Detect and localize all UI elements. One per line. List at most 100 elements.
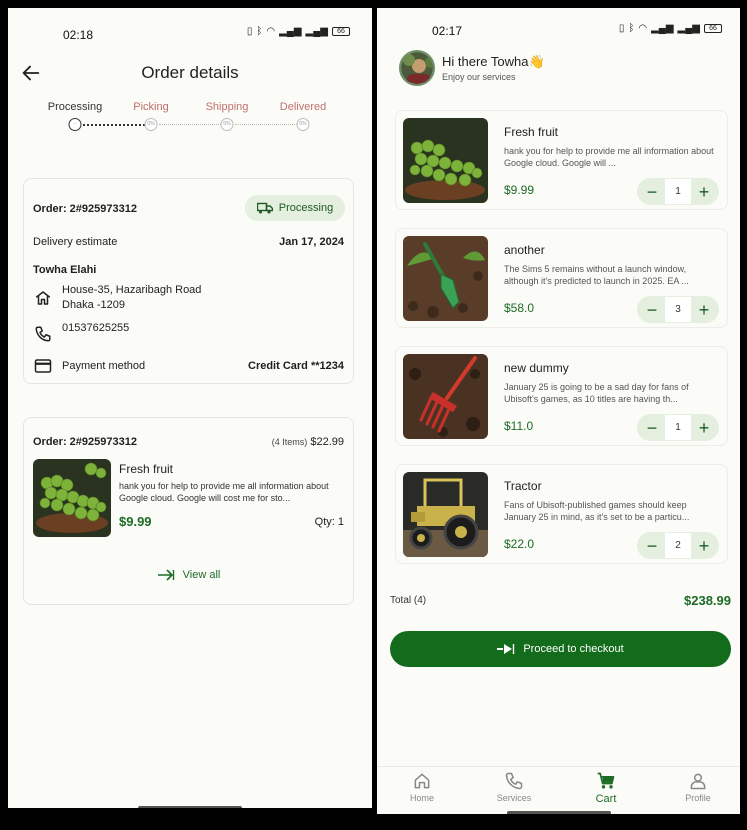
quantity-value: 2 [665, 533, 691, 558]
cart-total-label: Total (4) [390, 595, 427, 606]
quantity-value: 1 [665, 179, 691, 204]
decrease-button[interactable]: − [643, 537, 661, 555]
step-connector [83, 124, 145, 126]
status-bar: 02:18 ▯ ᛒ ◠ ▂▄▆ ▂▄▆ 66 [8, 8, 372, 60]
vibrate-icon: ▯ [618, 23, 625, 34]
item-price: $11.0 [504, 419, 534, 433]
greeting: Hi there Towha👋 [442, 54, 545, 70]
wifi-icon: ◠ [638, 23, 648, 34]
order-items-card: Order: 2#925973312 (4 Items) $22.99 Fres… [23, 417, 354, 605]
signal-icon-2: ▂▄▆ [677, 23, 700, 34]
item-description: hank you for help to provide me all info… [504, 146, 714, 168]
cart-item[interactable]: Fresh fruit hank you for help to provide… [395, 110, 728, 210]
status-bar: 02:17 ▯ ᛒ ◠ ▂▄▆ ▂▄▆ 66 [377, 8, 740, 60]
decrease-button[interactable]: − [643, 301, 661, 319]
nav-services-label: Services [496, 793, 532, 803]
decrease-button[interactable]: − [643, 183, 661, 201]
item-description: The Sims 5 remains without a launch wind… [504, 264, 689, 286]
address-line-1: House-35, Hazaribagh Road [62, 284, 202, 296]
waving-hand-icon: 👋 [528, 54, 545, 69]
step-picking-label: Picking [133, 101, 169, 113]
item-price: $58.0 [504, 301, 535, 315]
item-title: Fresh fruit [504, 125, 559, 139]
item-title: Tractor [504, 479, 542, 493]
step-dot-processing: ··· [68, 118, 82, 131]
step-dot-delivered: 0% [296, 118, 310, 131]
item-quantity: Qty: 1 [314, 516, 344, 528]
decrease-button[interactable]: − [643, 419, 661, 437]
order-progress-steps: Processing Picking Shipping Delivered ··… [8, 101, 372, 141]
order-info-card: Order: 2#925973312 Processing Delivery e… [23, 178, 354, 384]
signal-icon-2: ▂▄▆ [305, 26, 328, 37]
signal-icon: ▂▄▆ [279, 26, 302, 37]
checkout-label: Proceed to checkout [523, 643, 624, 655]
signal-icon: ▂▄▆ [651, 23, 674, 34]
item-description: hank you for help to provide me all info… [119, 481, 329, 503]
quantity-stepper: − 1 + [637, 178, 719, 205]
cart-item[interactable]: another The Sims 5 remains without a lau… [395, 228, 728, 328]
step-shipping-label: Shipping [205, 101, 249, 113]
item-description: January 25 is going to be a sad day for … [504, 382, 689, 404]
cart-item[interactable]: new dummy January 25 is going to be a sa… [395, 346, 728, 446]
step-delivered-label: Delivered [279, 101, 327, 113]
page-title: Order details [141, 63, 239, 82]
phone-icon [35, 326, 51, 342]
nav-cart[interactable]: Cart [566, 771, 646, 805]
view-all-link[interactable]: View all [24, 569, 353, 581]
nav-profile[interactable]: Profile [658, 771, 738, 803]
cart-icon [597, 772, 615, 789]
arrow-right-icon [157, 569, 174, 581]
step-dot-shipping: 0% [220, 118, 234, 131]
profile-icon [690, 773, 706, 790]
delivery-estimate-date: Jan 17, 2024 [279, 236, 344, 248]
avatar[interactable] [399, 50, 435, 86]
step-connector [235, 124, 297, 125]
increase-button[interactable]: + [695, 419, 713, 437]
nav-home-label: Home [409, 793, 434, 803]
item-description: Fans of Ubisoft-published games should k… [504, 500, 690, 522]
home-indicator [507, 811, 611, 814]
view-all-label: View all [182, 569, 221, 581]
items-total: $22.99 [310, 436, 344, 448]
proceed-to-checkout-button[interactable]: Proceed to checkout [390, 631, 731, 667]
nav-services[interactable]: Services [474, 771, 554, 803]
order-details-screen: 02:18 ▯ ᛒ ◠ ▂▄▆ ▂▄▆ 66 Order details Pro… [8, 8, 372, 808]
bottom-navigation: Home Services Cart Profile [377, 766, 740, 814]
address-line-2: Dhaka -1209 [62, 299, 125, 311]
status-icons: ▯ ᛒ ◠ ▂▄▆ ▂▄▆ 66 [247, 26, 350, 37]
garden-rake-image [403, 354, 488, 439]
item-price: $22.0 [504, 537, 535, 551]
step-dot-picking: 0% [144, 118, 158, 131]
cart-total-value: $238.99 [684, 593, 731, 608]
bluetooth-icon: ᛒ [628, 23, 635, 34]
status-badge-label: Processing [278, 202, 334, 214]
battery-icon: 66 [332, 27, 350, 36]
customer-phone: 01537625255 [62, 322, 130, 334]
garden-trowel-image [403, 236, 488, 321]
nav-home[interactable]: Home [382, 771, 462, 803]
phone-icon [505, 772, 523, 790]
item-price: $9.99 [504, 183, 535, 197]
vibrate-icon: ▯ [246, 26, 253, 37]
increase-button[interactable]: + [695, 537, 713, 555]
increase-button[interactable]: + [695, 183, 713, 201]
payment-method-value: Credit Card **1234 [248, 360, 344, 372]
step-processing-label: Processing [47, 101, 103, 113]
items-count: (4 Items) [271, 437, 308, 447]
cart-item[interactable]: Tractor Fans of Ubisoft-published games … [395, 464, 728, 564]
quantity-stepper: − 1 + [637, 414, 719, 441]
bluetooth-icon: ᛒ [256, 26, 263, 37]
status-icons: ▯ ᛒ ◠ ▂▄▆ ▂▄▆ 66 [619, 23, 722, 34]
nav-cart-label: Cart [595, 793, 617, 805]
increase-button[interactable]: + [695, 301, 713, 319]
battery-icon: 66 [704, 24, 722, 33]
quantity-value: 1 [665, 415, 691, 440]
customer-name: Towha Elahi [33, 264, 97, 276]
fresh-fruit-image [403, 118, 488, 203]
wifi-icon: ◠ [266, 26, 276, 37]
nav-profile-label: Profile [685, 793, 711, 803]
quantity-stepper: − 2 + [637, 532, 719, 559]
checkout-arrow-icon [497, 644, 515, 654]
status-badge: Processing [245, 195, 345, 221]
step-connector [159, 124, 221, 125]
